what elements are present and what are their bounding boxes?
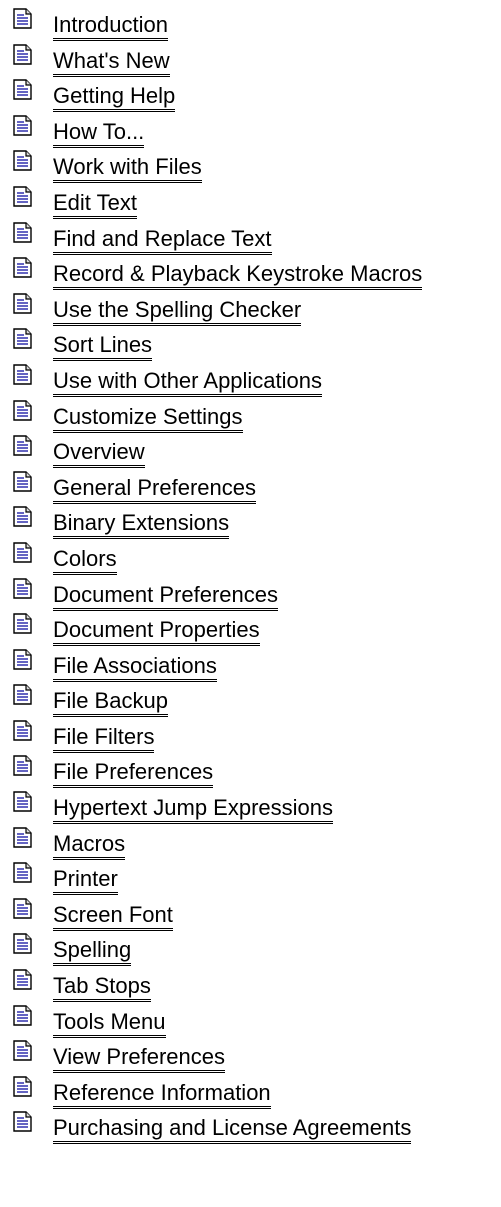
document-icon: [13, 1076, 32, 1097]
topic-link[interactable]: Macros: [53, 831, 126, 860]
document-icon: [13, 435, 32, 456]
topic-item-tools-menu[interactable]: Tools Menu: [0, 1003, 501, 1039]
document-icon: [13, 1004, 32, 1026]
topic-item-hypertext-jump-expressions[interactable]: Hypertext Jump Expressions: [0, 789, 501, 825]
topic-link[interactable]: General Preferences: [53, 475, 256, 504]
topic-link[interactable]: Document Properties: [53, 618, 260, 647]
topic-item-macros[interactable]: Macros: [0, 825, 501, 861]
topic-link[interactable]: Purchasing and License Agreements: [53, 1116, 412, 1145]
topic-link[interactable]: Document Preferences: [53, 582, 278, 611]
topic-link[interactable]: File Backup: [53, 689, 168, 718]
topic-item-spelling[interactable]: Spelling: [0, 931, 501, 967]
document-icon: [13, 328, 32, 350]
topic-item-use-the-spelling-checker[interactable]: Use the Spelling Checker: [0, 291, 501, 327]
document-icon: [13, 684, 32, 705]
document-icon: [13, 293, 32, 314]
topic-link[interactable]: What's New: [53, 48, 170, 77]
document-icon: [13, 1040, 32, 1061]
document-icon: [13, 613, 32, 634]
topic-item-how-to[interactable]: How To...: [0, 113, 501, 149]
topic-link[interactable]: Work with Files: [53, 155, 202, 184]
document-icon: [13, 542, 32, 563]
document-icon: [13, 150, 32, 172]
document-icon: [13, 43, 32, 65]
document-icon: [13, 969, 32, 990]
topic-link[interactable]: Overview: [53, 440, 145, 469]
document-icon: [13, 933, 32, 955]
document-icon: [13, 257, 32, 278]
topic-item-document-preferences[interactable]: Document Preferences: [0, 576, 501, 612]
topic-link[interactable]: Tools Menu: [53, 1009, 166, 1038]
topic-item-getting-help[interactable]: Getting Help: [0, 77, 501, 113]
topic-link[interactable]: Tab Stops: [53, 974, 151, 1003]
topic-link[interactable]: File Filters: [53, 724, 155, 753]
topic-link[interactable]: Edit Text: [53, 190, 137, 219]
document-icon: [13, 1111, 32, 1133]
topic-link[interactable]: Customize Settings: [53, 404, 243, 433]
topic-link[interactable]: File Preferences: [53, 760, 214, 789]
document-icon: [13, 898, 32, 919]
topic-link[interactable]: File Associations: [53, 653, 217, 682]
document-icon: [13, 720, 32, 741]
topic-item-record-playback-keystroke-macros[interactable]: Record & Playback Keystroke Macros: [0, 255, 501, 291]
topic-link[interactable]: Sort Lines: [53, 333, 153, 362]
document-icon: [13, 826, 32, 848]
topic-item-purchasing-and-license-agreements[interactable]: Purchasing and License Agreements: [0, 1109, 501, 1145]
topic-link[interactable]: Binary Extensions: [53, 511, 230, 540]
topic-link[interactable]: Spelling: [53, 938, 132, 967]
topic-item-use-with-other-applications[interactable]: Use with Other Applications: [0, 362, 501, 398]
topic-item-file-preferences[interactable]: File Preferences: [0, 753, 501, 789]
topic-item-screen-font[interactable]: Screen Font: [0, 896, 501, 932]
topic-item-file-backup[interactable]: File Backup: [0, 682, 501, 718]
topic-link[interactable]: Colors: [53, 546, 117, 575]
topic-item-what-s-new[interactable]: What's New: [0, 42, 501, 78]
document-icon: [13, 399, 32, 421]
document-icon: [13, 648, 32, 670]
topic-item-introduction[interactable]: Introduction: [0, 6, 501, 42]
topic-link[interactable]: Introduction: [53, 13, 168, 41]
topic-item-find-and-replace-text[interactable]: Find and Replace Text: [0, 220, 501, 256]
topic-link[interactable]: Printer: [53, 867, 118, 896]
document-icon: [13, 791, 32, 812]
document-icon: [13, 186, 32, 207]
topic-link[interactable]: How To...: [53, 119, 145, 148]
topic-item-view-preferences[interactable]: View Preferences: [0, 1038, 501, 1074]
document-icon: [13, 755, 32, 777]
topic-item-edit-text[interactable]: Edit Text: [0, 184, 501, 220]
help-topic-list: Introduction What's New Getting Help How…: [0, 6, 501, 1145]
document-icon: [13, 115, 32, 136]
topic-item-tab-stops[interactable]: Tab Stops: [0, 967, 501, 1003]
topic-link[interactable]: Hypertext Jump Expressions: [53, 796, 333, 825]
topic-item-work-with-files[interactable]: Work with Files: [0, 148, 501, 184]
topic-link[interactable]: Record & Playback Keystroke Macros: [53, 262, 423, 291]
document-icon: [13, 79, 32, 100]
topic-link[interactable]: Find and Replace Text: [53, 226, 272, 255]
topic-item-printer[interactable]: Printer: [0, 860, 501, 896]
topic-item-general-preferences[interactable]: General Preferences: [0, 469, 501, 505]
topic-item-overview[interactable]: Overview: [0, 433, 501, 469]
document-icon: [13, 471, 32, 492]
topic-item-document-properties[interactable]: Document Properties: [0, 611, 501, 647]
topic-item-sort-lines[interactable]: Sort Lines: [0, 326, 501, 362]
topic-item-file-associations[interactable]: File Associations: [0, 647, 501, 683]
topic-link[interactable]: Screen Font: [53, 902, 173, 931]
document-icon: [13, 862, 32, 883]
topic-link[interactable]: Reference Information: [53, 1080, 271, 1109]
topic-item-file-filters[interactable]: File Filters: [0, 718, 501, 754]
topic-item-binary-extensions[interactable]: Binary Extensions: [0, 504, 501, 540]
topic-link[interactable]: View Preferences: [53, 1045, 226, 1074]
document-icon: [13, 8, 32, 29]
topic-link[interactable]: Use with Other Applications: [53, 368, 323, 397]
topic-link[interactable]: Use the Spelling Checker: [53, 297, 302, 326]
topic-item-customize-settings[interactable]: Customize Settings: [0, 398, 501, 434]
topic-link[interactable]: Getting Help: [53, 84, 176, 113]
topic-item-reference-information[interactable]: Reference Information: [0, 1074, 501, 1110]
document-icon: [13, 577, 32, 599]
document-icon: [13, 506, 32, 528]
topic-item-colors[interactable]: Colors: [0, 540, 501, 576]
document-icon: [13, 221, 32, 243]
document-icon: [13, 364, 32, 385]
